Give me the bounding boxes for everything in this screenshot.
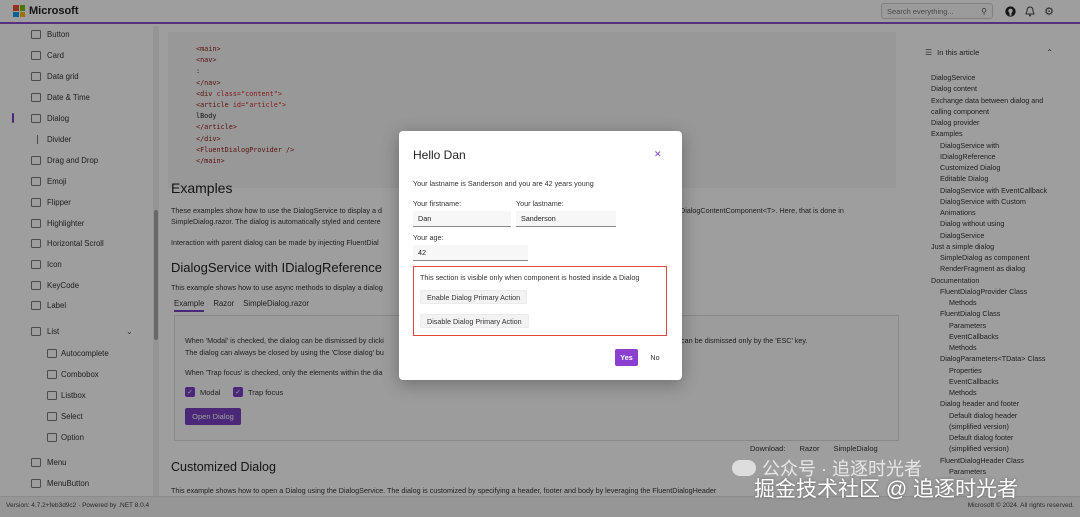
watermark-line-2: 掘金技术社区 @ 追逐时光者 — [754, 478, 1018, 501]
firstname-input[interactable] — [413, 211, 511, 227]
enable-primary-action-button[interactable]: Enable Dialog Primary Action — [420, 290, 528, 304]
hosted-section: This section is visible only when compon… — [413, 266, 667, 336]
dialog-message: Your lastname is Sanderson and you are 4… — [413, 179, 594, 188]
close-icon[interactable]: ✕ — [654, 149, 662, 160]
dialog-title: Hello Dan — [413, 148, 466, 162]
hosted-section-text: This section is visible only when compon… — [420, 273, 640, 282]
hello-dialog: Hello Dan ✕ Your lastname is Sanderson a… — [399, 131, 682, 380]
disable-primary-action-button[interactable]: Disable Dialog Primary Action — [420, 314, 529, 328]
firstname-label: Your firstname: — [413, 199, 462, 208]
lastname-label: Your lastname: — [516, 199, 564, 208]
no-button[interactable]: No — [643, 349, 667, 366]
yes-button[interactable]: Yes — [615, 349, 638, 366]
watermark: 公众号 · 追逐时光者 掘金技术社区 @ 追逐时光者 — [732, 455, 1080, 515]
age-label: Your age: — [413, 233, 444, 242]
age-input[interactable] — [413, 245, 528, 261]
wechat-icon — [732, 460, 756, 476]
lastname-input[interactable] — [516, 211, 616, 227]
